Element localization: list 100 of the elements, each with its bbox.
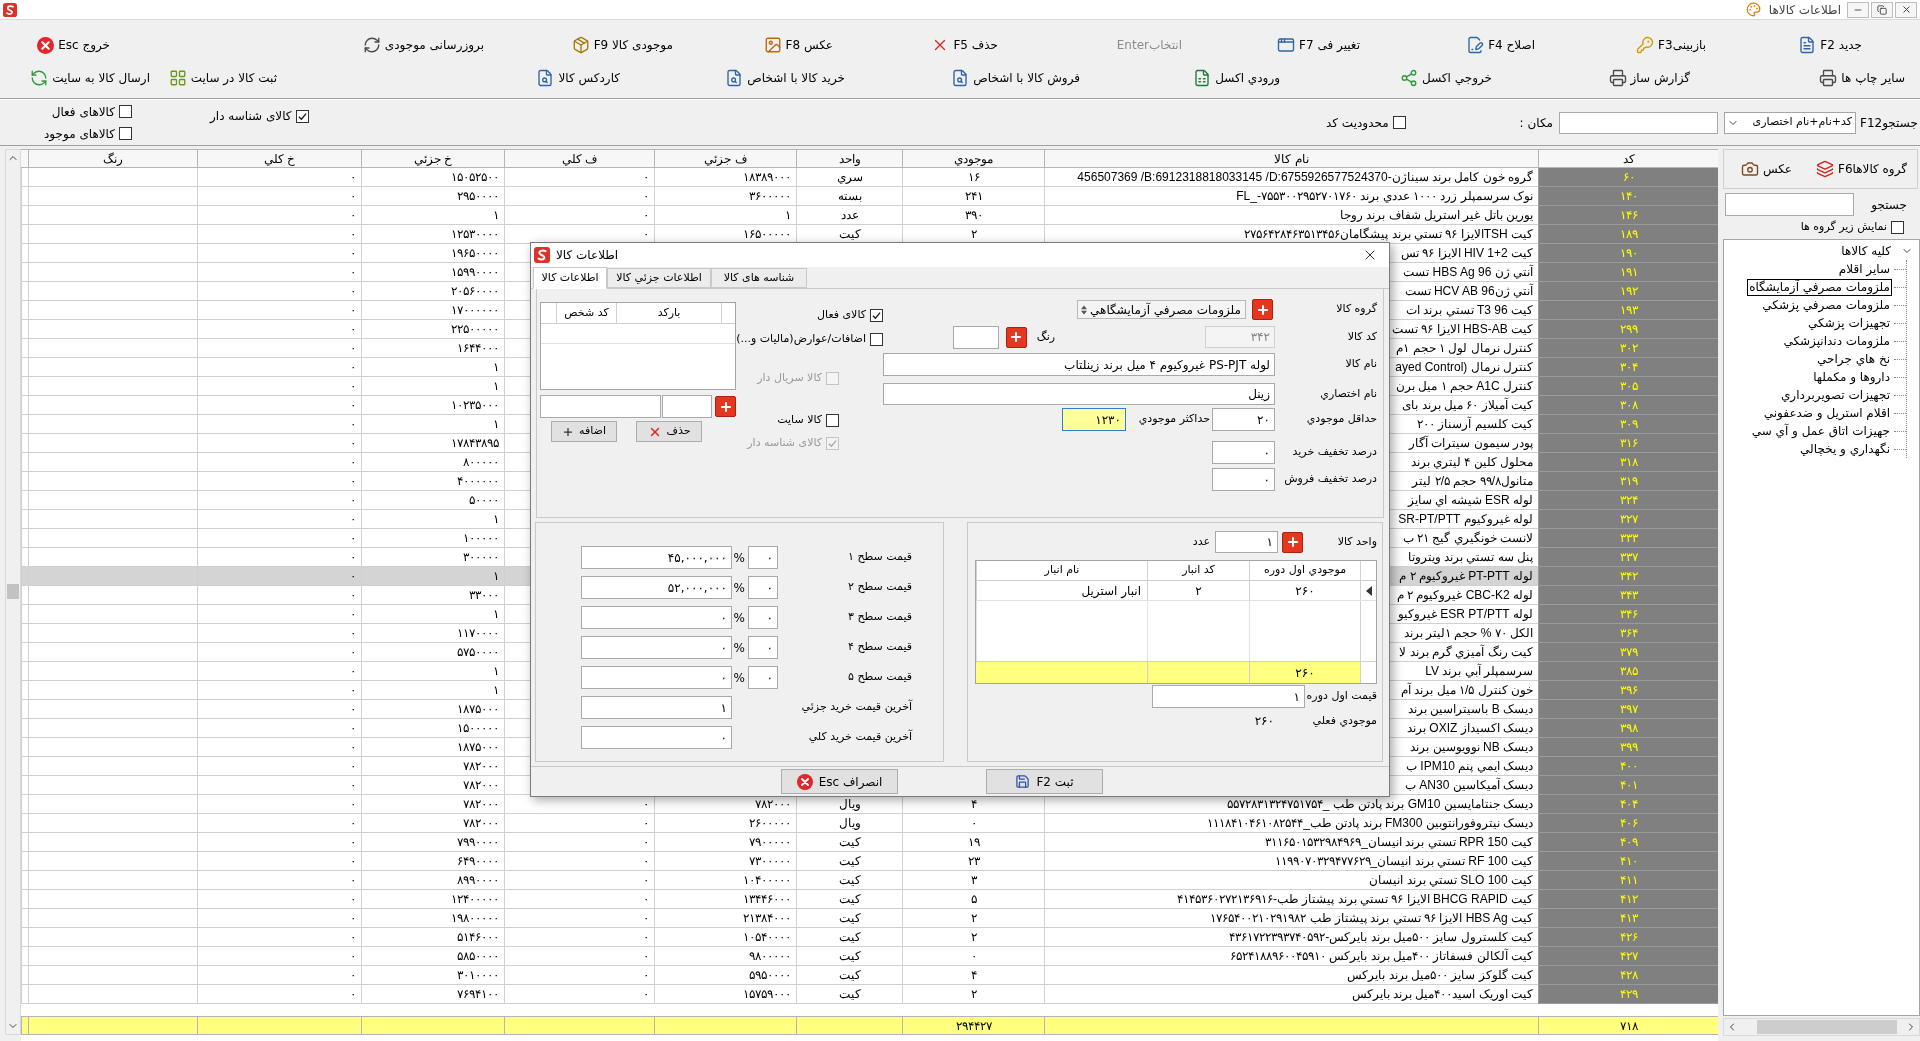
total-count: ۷۱۸ [1619, 1017, 1638, 1035]
item-code: ۱۹۳ [1619, 302, 1638, 319]
price-value: ۰ [350, 720, 356, 737]
item-name: کیت HBS Ag الایزا ۹۶ تستي برند پیشتاز طب ۱۷۶۵۴۰۰۲۱۰۲۹۱۹۸۲ [1210, 910, 1533, 927]
item-name: کیت 2+1 HIV الایزا ۹۶ تس [1400, 245, 1533, 262]
stock-count: ۰ [970, 815, 977, 832]
stock-count: ۴ [970, 796, 977, 813]
field-label: قیمت سطح ۵ [847, 669, 912, 686]
item-name: پنل سه تستي برند ویتروتا [1407, 549, 1533, 566]
item-code: ۳۹۷ [1619, 701, 1638, 718]
total-stock: ۲۶۰ [1295, 664, 1315, 682]
item-code: ۳۴۲ [1619, 568, 1638, 585]
price-value: ۷۸۲۰۰۰ [463, 777, 499, 794]
item-code: ۶۰ [1622, 169, 1635, 186]
item-code: ۱۴۰ [1619, 188, 1638, 205]
price-value: ۲۱۳۸۴۰۰۰ [743, 910, 791, 927]
stock-count: ۲۴۱ [964, 188, 983, 205]
price-value: ۱ [493, 511, 499, 528]
unit-name: بسته [837, 188, 862, 205]
price-value: ۰ [643, 986, 649, 1003]
price-value: ۰ [643, 948, 649, 965]
price-value: ۷۸۲۰۰۰ [755, 796, 791, 813]
price-value: ۰ [350, 587, 356, 604]
price-value: ۱ [493, 568, 499, 585]
price-value: ۱۵۹۹۰۰۰۰ [451, 264, 499, 281]
unit-name: عدد [1192, 533, 1210, 550]
price-value: ۰ [643, 967, 649, 984]
unit-name: کیت [838, 891, 861, 908]
item-code: ۴۰۹ [1619, 834, 1638, 851]
field-label: موجودي فعلي [1311, 712, 1377, 729]
price-value: ۰ [350, 492, 356, 509]
price-value: ۱۱۷۰۰۰۰ [457, 625, 499, 642]
price-value: ۷۸۲۰۰۰ [463, 796, 499, 813]
item-code: ۳۰۴ [1619, 359, 1638, 376]
price-value: ۰ [350, 625, 356, 642]
price-value: ۰ [350, 397, 356, 414]
checkbox-label: کالا سریال دار [757, 369, 822, 386]
stock-count: ۵ [970, 891, 977, 908]
item-code: ۱۹۱ [1619, 264, 1638, 281]
price-value: ۱ [493, 359, 499, 376]
field-label: رنگ [1036, 328, 1055, 345]
price-value: ۴۰۰۰۰۰۰ [457, 473, 499, 490]
item-name: الکل ۷۰ % حجم ۱لیتر برند [1403, 625, 1533, 642]
price-value: ۷۸۲۰۰۰ [463, 815, 499, 832]
price-value: ۰ [643, 796, 649, 813]
item-name: کیت RF 100 تستي برند انیسان_۱۱۹۹۰۷۰۳۲۹۴۷۷۶۲۹ [1274, 853, 1533, 870]
field-label: حداقل موجودي [1305, 411, 1377, 428]
warehouse-name: انبار استریل [1081, 582, 1141, 600]
field-label: قیمت سطح ۲ [847, 579, 912, 596]
item-name: لوله PT-PTT غیروکیوم ۲ م [1399, 568, 1533, 585]
price-value: ۱۵۷۵۹۰۰۰ [743, 986, 791, 1003]
unit-name: ویال [838, 796, 861, 813]
item-code: ۳۱۶ [1619, 435, 1638, 452]
item-name: آنتي ژنHCV AB 96 تست [1404, 282, 1533, 300]
unit-name: کیت [838, 872, 861, 889]
price-value: ۰ [350, 796, 356, 813]
item-name: لوله CBC-K2 غیروکیوم ۲ م [1396, 587, 1533, 604]
price-value: ۷۶۹۴۱۰۰ [457, 986, 499, 1003]
item-code: ۳۲۷ [1619, 511, 1638, 528]
item-name: کیت گلوکز سایز ۵۰۰میل برند بایرکس [1347, 967, 1533, 984]
item-name: کنترل نرمال لول ۱ حجم ۱م [1396, 340, 1533, 357]
item-code: ۳۰۲ [1619, 340, 1638, 357]
item-code: ۳۴۳ [1619, 587, 1638, 604]
price-value: ۵۱۴۶۰۰۰ [457, 929, 499, 946]
price-value: ۸۹۹۰۰۰۰ [457, 872, 499, 889]
item-name: لوله غیروکیوم SR-PT/PTT [1398, 511, 1533, 528]
item-code: ۱۹۰ [1619, 245, 1638, 262]
stock-count: ۱۹ [967, 834, 980, 851]
price-value: ۱ [493, 663, 499, 680]
unit-name: کیت [838, 226, 861, 243]
stock-count: ۲۳ [967, 853, 980, 870]
warehouse-code: ۲ [1195, 582, 1202, 600]
stock-count: ۱۶ [967, 169, 980, 186]
price-value: ۰ [350, 853, 356, 870]
price-value: ۱۲۴۰۰۰۰۰ [451, 891, 499, 908]
price-value: ۱۸۷۵۰۰۰ [457, 739, 499, 756]
stock-count: ۳ [970, 872, 977, 889]
price-value: ۰ [643, 188, 649, 205]
price-value: ۰ [643, 853, 649, 870]
field-label: واحد کالا [1336, 533, 1377, 550]
price-value: ۰ [350, 986, 356, 1003]
item-code: ۳۰۹ [1619, 416, 1638, 433]
price-value: ۰ [350, 454, 356, 471]
item-name: کیت کلسیم آرسناز ۲۰۰ [1417, 415, 1533, 433]
price-value: ۰ [643, 872, 649, 889]
price-value: ۰ [643, 891, 649, 908]
price-value: ۱۰۵۴۰۰۰۰ [743, 929, 791, 946]
item-code: ۳۸۵ [1619, 663, 1638, 680]
item-name: نوک سرسمپلر زرد ۱۰۰۰ عددي برند FL_-۷۵۵۳۰۰۲۹۵۲۷۰۱۷۶۰ [1236, 188, 1533, 205]
item-name: سرسمپلر آبي برند LV [1425, 662, 1533, 680]
unit-name: کیت [838, 948, 861, 965]
item-code: ۱۸۹ [1619, 226, 1638, 243]
item-code: ۳۱۸ [1619, 454, 1638, 471]
price-value: ۷۹۰۰۰۰۰ [749, 834, 791, 851]
price-value: ۰ [350, 739, 356, 756]
field-label: نام کالا [1344, 356, 1377, 373]
price-value: ۰ [350, 834, 356, 851]
price-value: ۰ [350, 891, 356, 908]
checkbox-label: اضافات/عوارض(مالیات و...) [736, 330, 866, 347]
percent-sign: % [736, 609, 745, 627]
